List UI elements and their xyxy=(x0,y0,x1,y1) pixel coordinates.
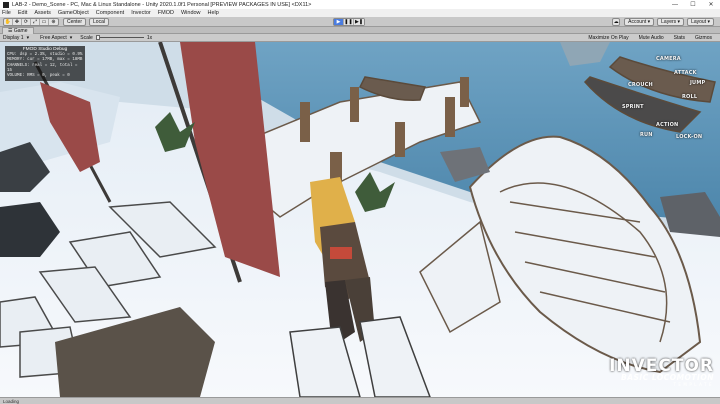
status-bar: Loading xyxy=(0,397,720,404)
menu-edit[interactable]: Edit xyxy=(18,10,27,16)
display-dropdown[interactable]: Display 1 ▾ xyxy=(3,35,29,41)
minimize-button[interactable]: — xyxy=(666,0,684,9)
menu-bar: File Edit Assets GameObject Component In… xyxy=(0,9,720,17)
hud-label-sprint: SPRINT xyxy=(622,104,644,110)
hud-label-lock-on: LOCK-ON xyxy=(676,134,703,140)
scale-track[interactable] xyxy=(95,35,144,40)
scale-slider[interactable]: Scale 1x xyxy=(80,35,152,41)
window-title: LAB-2 - Demo_Scene - PC, Mac & Linux Sta… xyxy=(12,1,312,8)
maximize-on-play-toggle[interactable]: Maximize On Play xyxy=(586,35,630,41)
rotate-tool-icon[interactable]: ⟳ xyxy=(22,18,31,25)
unity-logo-icon xyxy=(3,1,9,8)
step-button[interactable]: ▶❚ xyxy=(354,19,364,25)
play-button[interactable]: ▶ xyxy=(334,19,344,25)
game-scene-render xyxy=(0,42,720,397)
hud-label-run: RUN xyxy=(640,132,653,138)
toolbar-right: ☁ Account ▾ Layers ▾ Layout ▾ xyxy=(612,18,717,26)
fmod-volume-line: VOLUME: RMS = 0, peak = 0 xyxy=(7,74,70,79)
invector-logo: INVECTOR BASIC LOCOMOTION TEMPLATE xyxy=(609,356,714,388)
layers-label: Layers xyxy=(661,19,677,25)
hand-tool-icon[interactable]: ✋ xyxy=(4,18,13,25)
hud-label-roll: ROLL xyxy=(682,94,698,100)
stats-toggle[interactable]: Stats xyxy=(672,35,687,41)
play-controls: ▶ ❚❚ ▶❚ xyxy=(333,18,365,26)
account-dropdown[interactable]: Account ▾ xyxy=(624,18,655,26)
rect-tool-icon[interactable]: ▭ xyxy=(40,18,49,25)
window-controls: — ☐ ✕ xyxy=(666,0,720,9)
game-view-toolbar: Display 1 ▾ Free Aspect ▾ Scale 1x Maximiz… xyxy=(0,34,720,42)
brand-subtitle: BASIC LOCOMOTION xyxy=(621,373,714,382)
tab-strip: ☰ Game xyxy=(0,27,720,34)
hud-label-jump: JUMP xyxy=(690,80,706,86)
menu-fmod[interactable]: FMOD xyxy=(158,10,174,16)
gizmos-dropdown[interactable]: Gizmos xyxy=(693,35,714,41)
collab-icon[interactable]: ☁ xyxy=(612,18,621,26)
display-value: Display 1 xyxy=(3,34,24,41)
brand-title: INVECTOR xyxy=(609,356,714,376)
menu-invector[interactable]: Invector xyxy=(131,10,151,16)
scale-knob[interactable] xyxy=(95,35,100,40)
toolbar: ✋ ✥ ⟳ ⤢ ▭ ⊕ Center Local ▶ ❚❚ ▶❚ ☁ Accou… xyxy=(0,17,720,27)
status-text: Loading xyxy=(3,398,20,404)
aspect-dropdown[interactable]: Free Aspect ▾ xyxy=(40,35,72,41)
game-viewport[interactable]: FMOD Studio Debug CPU: dsp = 2.3%, studi… xyxy=(0,42,720,397)
fmod-debug-header: FMOD Studio Debug xyxy=(22,47,68,52)
pause-button[interactable]: ❚❚ xyxy=(344,19,354,25)
transform-tool-icon[interactable]: ⊕ xyxy=(49,19,58,25)
menu-assets[interactable]: Assets xyxy=(34,10,51,16)
account-label: Account xyxy=(628,19,647,25)
fmod-debug-panel: FMOD Studio Debug CPU: dsp = 2.3%, studi… xyxy=(5,46,85,81)
pivot-local-button[interactable]: Local xyxy=(89,17,109,26)
menu-help[interactable]: Help xyxy=(208,10,219,16)
fmod-memory-line: MEMORY: cur = 17MB, max = 18MB xyxy=(7,58,83,63)
tab-game[interactable]: ☰ Game xyxy=(2,27,34,34)
scale-tool-icon[interactable]: ⤢ xyxy=(31,18,40,25)
scale-label: Scale xyxy=(80,34,93,41)
layout-label: Layout xyxy=(691,19,707,25)
chevron-down-icon: ▾ xyxy=(69,34,73,41)
menu-gameobject[interactable]: GameObject xyxy=(58,10,89,16)
hud-label-camera: CAMERA xyxy=(656,56,681,62)
pivot-center-button[interactable]: Center xyxy=(63,17,87,26)
hud-label-action: ACTION xyxy=(656,122,679,128)
maximize-button[interactable]: ☐ xyxy=(684,0,702,9)
transform-tools: ✋ ✥ ⟳ ⤢ ▭ ⊕ xyxy=(3,17,59,26)
title-bar: LAB-2 - Demo_Scene - PC, Mac & Linux Sta… xyxy=(0,0,720,9)
mute-audio-toggle[interactable]: Mute Audio xyxy=(637,35,666,41)
aspect-value: Free Aspect xyxy=(40,34,67,41)
menu-window[interactable]: Window xyxy=(181,10,201,16)
layout-dropdown[interactable]: Layout ▾ xyxy=(687,18,714,26)
layers-dropdown[interactable]: Layers ▾ xyxy=(657,18,685,26)
move-tool-icon[interactable]: ✥ xyxy=(13,18,22,25)
brand-tagline: TEMPLATE xyxy=(673,382,714,387)
chevron-down-icon: ▾ xyxy=(26,34,30,41)
hud-label-crouch: CROUCH xyxy=(628,82,653,88)
hud-label-attack: ATTACK xyxy=(674,70,697,76)
close-button[interactable]: ✕ xyxy=(702,0,720,9)
fmod-channels-line: CHANNELS: real = 12, total = 15 xyxy=(7,63,78,73)
menu-component[interactable]: Component xyxy=(96,10,124,16)
game-view-options: Maximize On Play Mute Audio Stats Gizmos xyxy=(586,35,720,41)
scale-value: 1x xyxy=(146,34,153,41)
menu-file[interactable]: File xyxy=(2,10,11,16)
